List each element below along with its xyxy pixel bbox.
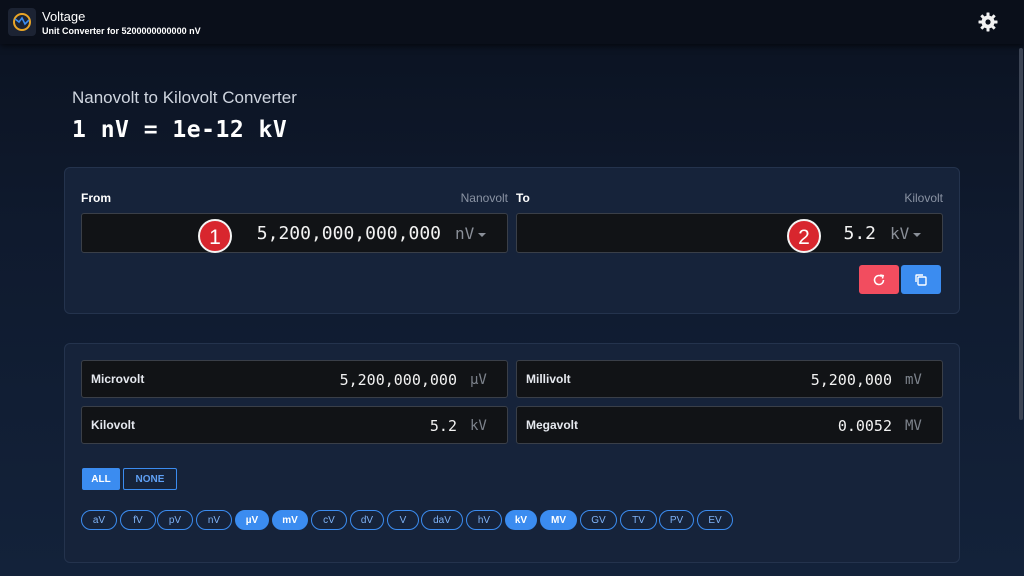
top-bar: Voltage Unit Converter for 5200000000000… xyxy=(0,0,1024,44)
unit-chip[interactable]: dV xyxy=(350,510,384,530)
result-unit-name: Microvolt xyxy=(91,372,145,386)
unit-chip[interactable]: nV xyxy=(196,510,232,530)
from-value-input[interactable]: 5,200,000,000,000 nV xyxy=(81,213,508,253)
from-unit-name: Nanovolt xyxy=(460,191,508,205)
result-row[interactable]: Microvolt 5,200,000,000 µV xyxy=(81,360,508,398)
from-value: 5,200,000,000,000 xyxy=(256,223,441,244)
result-unit-name: Millivolt xyxy=(526,372,571,386)
step-badge-2: 2 xyxy=(787,219,821,253)
settings-gear-icon[interactable] xyxy=(978,12,998,32)
unit-chip[interactable]: EV xyxy=(697,510,733,530)
unit-chip[interactable]: kV xyxy=(505,510,537,530)
app-subtitle: Unit Converter for 5200000000000 nV xyxy=(42,26,201,36)
select-all-button[interactable]: ALL xyxy=(82,468,120,490)
result-unit-name: Megavolt xyxy=(526,418,579,432)
app-title: Voltage xyxy=(42,9,86,24)
unit-chip[interactable]: fV xyxy=(120,510,156,530)
chevron-down-icon xyxy=(478,232,487,237)
unit-chip[interactable]: PV xyxy=(659,510,694,530)
step-badge-1: 1 xyxy=(198,219,232,253)
unit-chip[interactable]: TV xyxy=(620,510,657,530)
unit-chip[interactable]: aV xyxy=(81,510,117,530)
conversion-formula: 1 nV = 1e-12 kV xyxy=(72,117,288,143)
to-unit: kV xyxy=(890,224,910,243)
unit-chip[interactable]: µV xyxy=(235,510,269,530)
result-unit-symbol: mV xyxy=(905,372,922,388)
to-label: To xyxy=(516,191,530,205)
result-value: 5.2 xyxy=(429,417,457,435)
unit-chip[interactable]: mV xyxy=(272,510,308,530)
result-row[interactable]: Kilovolt 5.2 kV xyxy=(81,406,508,444)
chevron-down-icon xyxy=(913,232,922,237)
refresh-icon xyxy=(873,273,885,285)
to-value: 5.2 xyxy=(843,223,876,244)
result-row[interactable]: Millivolt 5,200,000 mV xyxy=(516,360,943,398)
result-value: 0.0052 xyxy=(837,417,892,435)
unit-chip[interactable]: V xyxy=(387,510,419,530)
from-unit-select[interactable]: nV xyxy=(455,224,487,243)
result-unit-name: Kilovolt xyxy=(91,418,135,432)
result-value: 5,200,000 xyxy=(810,371,892,389)
to-unit-name: Kilovolt xyxy=(904,191,943,205)
page-title: Nanovolt to Kilovolt Converter xyxy=(72,88,297,107)
unit-chip[interactable]: hV xyxy=(466,510,502,530)
result-value: 5,200,000,000 xyxy=(339,371,457,389)
copy-button[interactable] xyxy=(901,265,941,294)
to-value-input[interactable]: 5.2 kV xyxy=(516,213,943,253)
voltage-logo-icon xyxy=(8,8,36,36)
unit-chip[interactable]: MV xyxy=(540,510,577,530)
result-unit-symbol: µV xyxy=(470,372,487,388)
to-unit-select[interactable]: kV xyxy=(890,224,922,243)
result-unit-symbol: kV xyxy=(470,418,487,434)
unit-chip[interactable]: GV xyxy=(580,510,617,530)
scrollbar-thumb[interactable] xyxy=(1019,48,1023,420)
from-label: From xyxy=(81,191,111,205)
select-none-button[interactable]: NONE xyxy=(123,468,177,490)
reset-button[interactable] xyxy=(859,265,899,294)
from-unit: nV xyxy=(455,224,475,243)
unit-chip[interactable]: pV xyxy=(157,510,193,530)
result-row[interactable]: Megavolt 0.0052 MV xyxy=(516,406,943,444)
copy-icon xyxy=(915,273,927,286)
unit-chip[interactable]: cV xyxy=(311,510,347,530)
unit-chip[interactable]: daV xyxy=(421,510,463,530)
result-unit-symbol: MV xyxy=(905,418,922,434)
